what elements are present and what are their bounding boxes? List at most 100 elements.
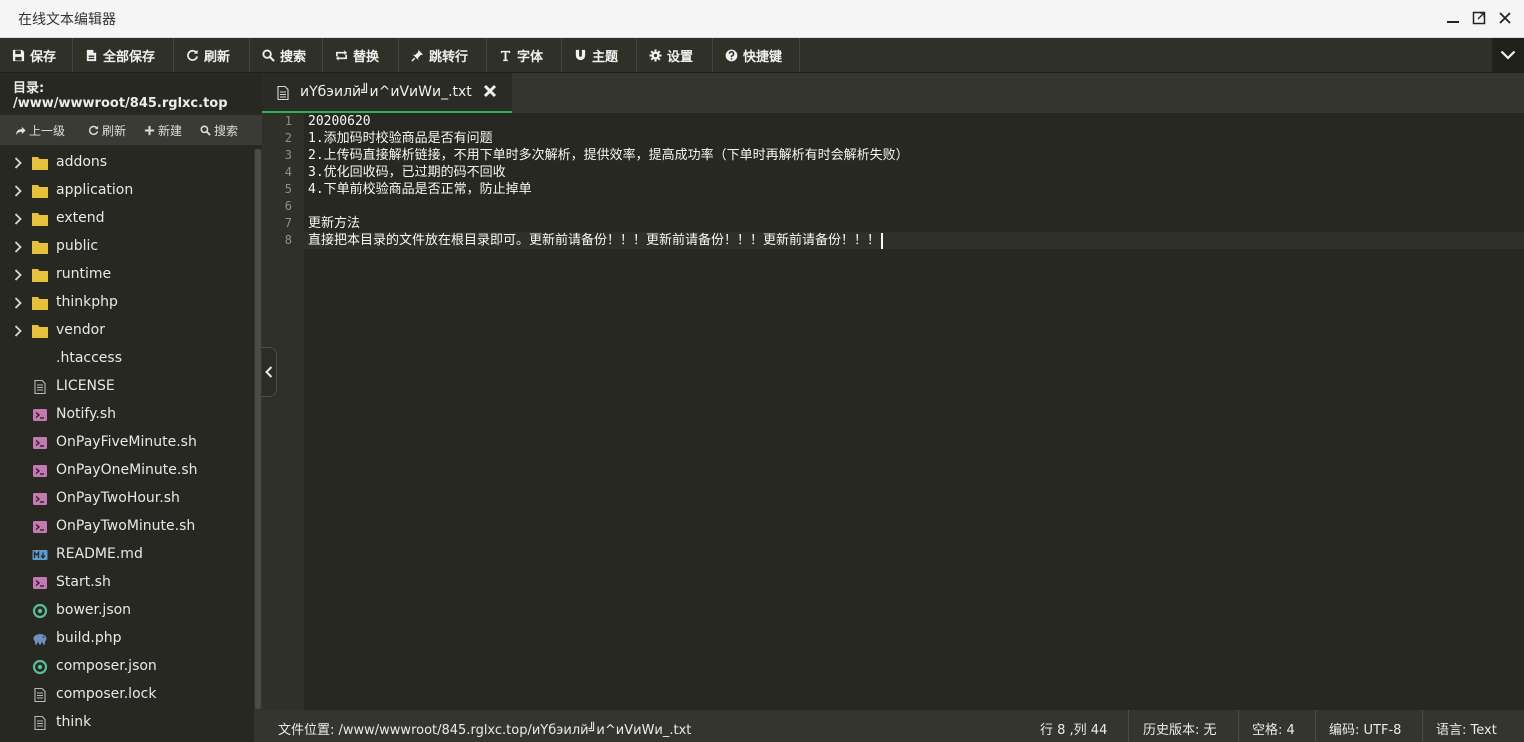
tree-file-item[interactable]: OnPayTwoHour.sh xyxy=(0,485,252,513)
save-button[interactable]: 保存 xyxy=(0,38,73,72)
theme-button[interactable]: 主题 xyxy=(562,38,637,72)
search-icon xyxy=(200,125,211,136)
chevron-right-icon xyxy=(14,213,22,225)
tree-file-item[interactable]: OnPayTwoMinute.sh xyxy=(0,513,252,541)
close-icon[interactable] xyxy=(1492,8,1518,28)
window-titlebar: 在线文本编辑器 xyxy=(0,0,1524,38)
terminal-icon xyxy=(33,521,47,533)
replace-button[interactable]: 替换 xyxy=(323,38,399,72)
code-line[interactable]: 20200620 xyxy=(308,113,371,130)
folder-icon xyxy=(32,241,48,254)
history-version[interactable]: 历史版本: 无 xyxy=(1143,719,1217,738)
tree-folder-item[interactable]: addons xyxy=(0,149,252,177)
folder-icon xyxy=(32,269,48,282)
terminal-icon xyxy=(33,409,47,421)
replace-label: 替换 xyxy=(353,49,380,65)
tree-file-item[interactable]: README.md xyxy=(0,541,252,569)
code-line[interactable]: 1.添加码时校验商品是否有问题 xyxy=(308,130,493,147)
tree-file-item[interactable]: think xyxy=(0,709,252,737)
line-number: 4 xyxy=(284,165,292,179)
tree-folder-item[interactable]: runtime xyxy=(0,261,252,289)
new-file-button[interactable]: 新建 xyxy=(144,122,182,139)
tree-item-name: bower.json xyxy=(56,602,132,618)
file-language[interactable]: 语言: Text xyxy=(1436,719,1497,738)
folder-icon xyxy=(32,297,48,310)
chevron-left-icon xyxy=(265,366,273,378)
markdown-icon xyxy=(32,550,48,560)
tree-folder-item[interactable]: public xyxy=(0,233,252,261)
shortcuts-button[interactable]: 快捷键 xyxy=(713,38,800,72)
line-number: 1 xyxy=(284,114,292,128)
sidebar-scrollbar[interactable] xyxy=(254,149,262,742)
save-icon xyxy=(12,49,25,61)
tree-file-item[interactable]: Start.sh xyxy=(0,569,252,597)
sidebar-refresh-button[interactable]: 刷新 xyxy=(88,122,126,139)
sidebar-actions: 上一级 刷新 新建 搜索 xyxy=(0,115,262,145)
line-number: 5 xyxy=(284,182,292,196)
search-button[interactable]: 搜索 xyxy=(250,38,323,72)
chevron-right-icon xyxy=(14,157,22,169)
maximize-icon[interactable] xyxy=(1466,8,1492,28)
tree-folder-item[interactable]: extend xyxy=(0,205,252,233)
tree-folder-item[interactable]: vendor xyxy=(0,317,252,345)
code-line[interactable]: 2.上传码直接解析链接，不用下单时多次解析，提供效率，提高成功率（下单时再解析有… xyxy=(308,147,909,164)
refresh-button[interactable]: 刷新 xyxy=(174,38,250,72)
minimize-icon[interactable] xyxy=(1440,8,1466,28)
tree-folder-item[interactable]: thinkphp xyxy=(0,289,252,317)
tree-file-item[interactable]: OnPayOneMinute.sh xyxy=(0,457,252,485)
magnet-icon xyxy=(575,49,586,60)
tree-item-name: OnPayTwoHour.sh xyxy=(56,490,180,506)
chevron-right-icon xyxy=(14,241,22,253)
tree-file-item[interactable]: LICENSE xyxy=(0,373,252,401)
close-tab-icon[interactable] xyxy=(482,83,498,99)
tree-file-item[interactable]: composer.lock xyxy=(0,681,252,709)
code-line[interactable]: 4.下单前校验商品是否正常，防止掉单 xyxy=(308,181,532,198)
indent-spaces[interactable]: 空格: 4 xyxy=(1252,719,1295,738)
code-line[interactable]: 更新方法 xyxy=(308,215,360,232)
php-elephant-icon xyxy=(33,634,47,645)
code-line[interactable]: 直接把本目录的文件放在根目录即可。更新前请备份！！！更新前请备份！！！更新前请备… xyxy=(308,232,880,249)
terminal-icon xyxy=(33,465,47,477)
save-all-button[interactable]: 全部保存 xyxy=(73,38,174,72)
tree-folder-item[interactable]: application xyxy=(0,177,252,205)
new-file-label: 新建 xyxy=(158,123,183,138)
tree-item-name: .htaccess xyxy=(56,350,122,366)
active-file-tab[interactable]: иYбэилй╝и^иVиWи_.txt xyxy=(262,73,512,113)
tree-file-item[interactable]: .htaccess xyxy=(0,345,252,373)
code-line[interactable]: 3.优化回收码，已过期的码不回收 xyxy=(308,164,506,181)
tree-item-name: OnPayFiveMinute.sh xyxy=(56,434,197,450)
editor-tabbar: иYбэилй╝и^иVиWи_.txt xyxy=(262,73,1524,113)
settings-button[interactable]: 设置 xyxy=(637,38,713,72)
plus-icon xyxy=(144,125,155,135)
folder-icon xyxy=(32,185,48,198)
save-label: 保存 xyxy=(30,49,57,65)
sidebar-search-button[interactable]: 搜索 xyxy=(200,122,238,139)
tree-file-item[interactable]: composer.json xyxy=(0,653,252,681)
save-all-icon xyxy=(86,49,97,61)
tree-file-item[interactable]: build.php xyxy=(0,625,252,653)
sidebar-collapse-handle[interactable] xyxy=(262,347,277,397)
tree-file-item[interactable]: OnPayFiveMinute.sh xyxy=(0,429,252,457)
settings-label: 设置 xyxy=(667,49,694,65)
go-up-button[interactable]: 上一级 xyxy=(15,122,65,139)
scrollbar-thumb[interactable] xyxy=(255,149,261,709)
status-separator xyxy=(1128,710,1129,742)
chevron-right-icon xyxy=(14,185,22,197)
text-file-icon xyxy=(34,716,46,730)
window-title: 在线文本编辑器 xyxy=(18,12,116,28)
code-editor[interactable]: 1 2 3 4 5 6 7 8 20200620 1.添加码时校验商品是否有问题… xyxy=(262,113,1524,710)
goto-line-button[interactable]: 跳转行 xyxy=(399,38,487,72)
json-icon xyxy=(32,660,48,674)
json-icon xyxy=(32,604,48,618)
terminal-icon xyxy=(33,577,47,589)
tree-item-name: application xyxy=(56,182,134,198)
question-circle-icon xyxy=(725,49,738,61)
file-encoding[interactable]: 编码: UTF-8 xyxy=(1329,719,1401,738)
text-file-icon xyxy=(34,688,46,702)
tree-file-item[interactable]: Notify.sh xyxy=(0,401,252,429)
toolbar-collapse-button[interactable] xyxy=(1492,38,1524,72)
font-button[interactable]: 字体 xyxy=(487,38,562,72)
tree-file-item[interactable]: bower.json xyxy=(0,597,252,625)
main-toolbar: 保存 全部保存 刷新 搜索 替换 跳转行 字体 主题 设置 快捷键 xyxy=(0,38,1524,73)
tree-item-name: OnPayTwoMinute.sh xyxy=(56,518,196,534)
